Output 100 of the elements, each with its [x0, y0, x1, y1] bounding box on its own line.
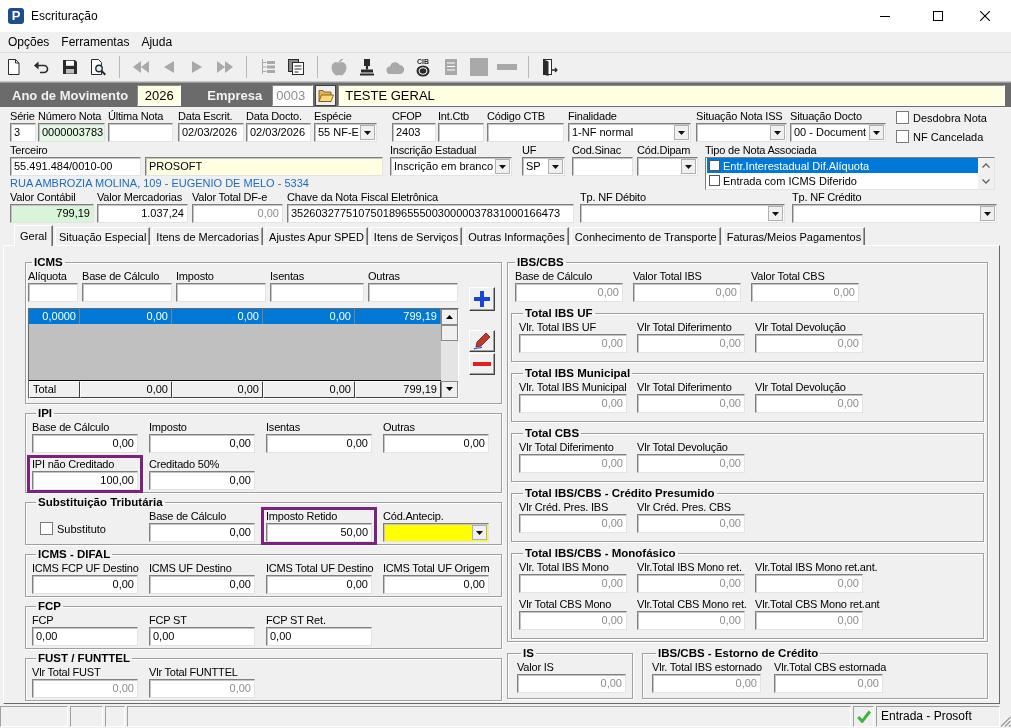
- dropdown-field[interactable]: [637, 157, 698, 176]
- field-label: Vlr.Total CBS estornada: [774, 661, 887, 674]
- input-field[interactable]: 02/03/2026: [178, 123, 244, 142]
- menu-item[interactable]: Ajuda: [135, 34, 179, 50]
- field-label: Valor IS: [517, 661, 554, 674]
- input-field[interactable]: 3: [10, 123, 36, 142]
- checkbox[interactable]: [896, 111, 909, 124]
- input-field[interactable]: 02/03/2026: [246, 123, 311, 142]
- checkbox[interactable]: [709, 175, 720, 186]
- tab[interactable]: Geral: [14, 225, 53, 246]
- door-arrow-icon[interactable]: [541, 58, 559, 76]
- list-item[interactable]: Entr.Interestadual Dif.Alíquota: [707, 158, 978, 173]
- checkbox[interactable]: [40, 522, 53, 535]
- checkbox[interactable]: [709, 160, 720, 171]
- input-field[interactable]: 0,00: [149, 523, 255, 542]
- input-field[interactable]: 50,00: [266, 523, 372, 542]
- input-field[interactable]: 799,19: [10, 204, 94, 223]
- page-icon[interactable]: [5, 58, 23, 76]
- field-label: Vlr Total FUNTTEL: [149, 666, 238, 679]
- input-field[interactable]: 0,00: [149, 575, 255, 594]
- field-label: Vlr Total Diferimento: [519, 441, 614, 454]
- input-field[interactable]: 0,00: [266, 575, 372, 594]
- save-icon[interactable]: [61, 58, 79, 76]
- group-title: Total IBS Municipal: [524, 367, 632, 379]
- maximize-icon[interactable]: [933, 11, 943, 21]
- input-field[interactable]: [176, 283, 266, 302]
- close-icon[interactable]: [980, 11, 990, 21]
- add-button[interactable]: [469, 287, 495, 311]
- dropdown-field[interactable]: [792, 204, 997, 223]
- input-field[interactable]: 100,00: [32, 471, 138, 490]
- tab[interactable]: Itens de Mercadorias: [152, 227, 264, 245]
- input-field[interactable]: 0,00: [32, 434, 138, 453]
- input-field[interactable]: [487, 123, 564, 142]
- list-box[interactable]: Entr.Interestadual Dif.Alíquota Entrada com ICMS Diferido: [705, 157, 995, 190]
- tab[interactable]: Outras Informações: [464, 227, 569, 245]
- menu-item[interactable]: Ferramentas: [55, 34, 136, 50]
- stamp-icon[interactable]: [358, 58, 376, 76]
- input-field[interactable]: 55.491.484/0010-00: [10, 157, 141, 176]
- document-stack-icon[interactable]: [287, 58, 305, 76]
- dropdown-field[interactable]: 00 - Document: [790, 123, 886, 142]
- input-field[interactable]: [28, 283, 78, 302]
- input-field[interactable]: 1.037,24: [97, 204, 188, 223]
- field-label: Valor Contábil: [10, 191, 76, 204]
- input-field[interactable]: [108, 123, 173, 142]
- page-magnifier-icon[interactable]: [89, 58, 107, 76]
- tab[interactable]: Conhecimento de Transporte: [570, 227, 721, 245]
- dropdown-field[interactable]: [580, 204, 785, 223]
- field-label: Última Nota: [108, 110, 164, 123]
- dropdown-field[interactable]: Inscrição em branco: [390, 157, 512, 176]
- tab[interactable]: Situação Especial: [54, 227, 151, 245]
- list-item[interactable]: Entrada com ICMS Diferido: [707, 173, 978, 188]
- input-field[interactable]: 0,00: [383, 575, 489, 594]
- dropdown-field[interactable]: [696, 123, 787, 142]
- input-field[interactable]: 0,00: [383, 434, 489, 453]
- input-field[interactable]: [438, 123, 484, 142]
- dropdown-field[interactable]: [383, 523, 489, 542]
- field-label: Creditado 50%: [149, 458, 220, 471]
- dropdown-field[interactable]: SP: [522, 157, 565, 176]
- input-field[interactable]: 0,00: [32, 575, 138, 594]
- data-grid[interactable]: 0,0000 0,00 0,00 0,00 799,19 Total 0,00 0,00 0,00 799,19: [28, 308, 459, 399]
- input-field[interactable]: 35260327751075018965550030000037831000166473: [287, 204, 574, 223]
- company-name-field[interactable]: TESTE GERAL: [338, 84, 1005, 106]
- tab[interactable]: Faturas/Meios Pagamentos: [722, 227, 866, 245]
- input-field[interactable]: [82, 283, 172, 302]
- input-field[interactable]: 0,00: [266, 627, 372, 646]
- dropdown-field[interactable]: 1-NF normal: [568, 123, 691, 142]
- coin-icon[interactable]: [416, 64, 430, 77]
- tab[interactable]: Itens de Serviços: [369, 227, 463, 245]
- input-field[interactable]: 0,00: [149, 471, 255, 490]
- field-label: Valor Total DF-e: [192, 191, 268, 204]
- remove-button[interactable]: [469, 353, 495, 375]
- edit-button[interactable]: [469, 330, 495, 352]
- input-field[interactable]: PROSOFT: [145, 157, 383, 176]
- field-label: Outras: [368, 270, 400, 283]
- minimize-icon[interactable]: [880, 15, 890, 17]
- dropdown-field[interactable]: 55 NF-E: [314, 123, 377, 142]
- field-label: Cód.Dipam: [637, 144, 691, 157]
- checkbox[interactable]: [896, 130, 909, 143]
- year-field[interactable]: 2026: [137, 84, 182, 106]
- input-field[interactable]: 0,00: [32, 627, 138, 646]
- table-cell: 0,00: [263, 309, 355, 324]
- input-field[interactable]: [368, 283, 458, 302]
- table-row[interactable]: 0,0000 0,00 0,00 0,00 799,19: [29, 309, 441, 324]
- input-field[interactable]: 0,00: [149, 434, 255, 453]
- company-label: Empresa: [207, 87, 263, 103]
- input-field[interactable]: 2403: [392, 123, 436, 142]
- menu-item[interactable]: Opções: [2, 34, 56, 50]
- field-label: Finalidade: [568, 110, 617, 123]
- group-title: ICMS: [33, 256, 64, 268]
- tab[interactable]: Ajustes Apur SPED: [265, 227, 368, 245]
- scrollbar[interactable]: [441, 309, 458, 398]
- input-field[interactable]: [270, 283, 364, 302]
- input-field[interactable]: 0,00: [266, 434, 372, 453]
- resize-grip-icon[interactable]: [1000, 716, 1011, 727]
- input-field[interactable]: 0,00: [149, 627, 255, 646]
- scrollbar[interactable]: [978, 158, 994, 189]
- input-field[interactable]: [572, 157, 633, 176]
- input-field[interactable]: 0000003783: [38, 123, 105, 142]
- field-label: Vlr. Total IBS Municipal: [519, 381, 627, 394]
- folder-icon[interactable]: [315, 84, 337, 106]
